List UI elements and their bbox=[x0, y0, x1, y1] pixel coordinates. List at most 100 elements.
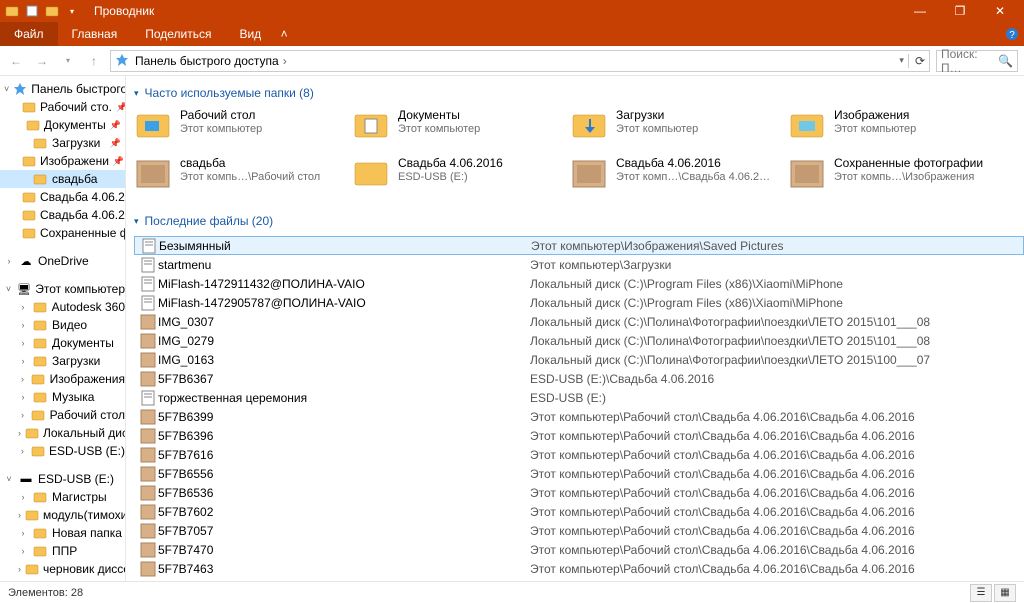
expand-icon[interactable]: › bbox=[18, 564, 21, 574]
recent-file-row[interactable]: БезымянныйЭтот компьютер\Изображения\Sav… bbox=[134, 236, 1024, 255]
folder-name: Свадьба 4.06.2016 bbox=[398, 156, 503, 170]
sidebar-item[interactable]: ›Видео bbox=[0, 316, 125, 334]
maximize-button[interactable]: ❐ bbox=[940, 0, 980, 22]
nav-up-button[interactable]: ↑ bbox=[84, 51, 104, 71]
recent-file-row[interactable]: IMG_0307Локальный диск (C:)\Полина\Фотог… bbox=[134, 312, 1024, 331]
file-name: IMG_0307 bbox=[158, 315, 530, 329]
sidebar-item[interactable]: ›Загрузки bbox=[0, 352, 125, 370]
sidebar-item[interactable]: ›Autodesk 360 bbox=[0, 298, 125, 316]
recent-file-row[interactable]: 5F7B7470Этот компьютер\Рабочий стол\Свад… bbox=[134, 540, 1024, 559]
recent-file-row[interactable]: IMG_0279Локальный диск (C:)\Полина\Фотог… bbox=[134, 331, 1024, 350]
expand-icon[interactable]: › bbox=[18, 492, 28, 502]
properties-icon[interactable] bbox=[24, 3, 40, 19]
sidebar-item[interactable]: ›Документы bbox=[0, 334, 125, 352]
sidebar-item[interactable]: ›Магистры bbox=[0, 488, 125, 506]
sidebar-item[interactable]: ›ППР bbox=[0, 542, 125, 560]
recent-file-row[interactable]: IMG_0163Локальный диск (C:)\Полина\Фотог… bbox=[134, 350, 1024, 369]
recent-file-row[interactable]: MiFlash-1472905787@ПОЛИНА-VAIOЛокальный … bbox=[134, 293, 1024, 312]
sidebar-item[interactable]: ›Новая папка bbox=[0, 524, 125, 542]
sidebar-item[interactable]: ›Локальный дис bbox=[0, 424, 125, 442]
expand-icon[interactable]: › bbox=[18, 428, 21, 438]
sidebar-item[interactable]: ›Рабочий стол bbox=[0, 406, 125, 424]
sidebar-item[interactable]: Свадьба 4.06.20 bbox=[0, 206, 125, 224]
expand-icon[interactable]: › bbox=[18, 446, 27, 456]
refresh-icon[interactable]: ⟳ bbox=[908, 54, 925, 68]
expand-icon[interactable]: ˅ bbox=[4, 284, 13, 294]
recent-file-row[interactable]: 5F7B6399Этот компьютер\Рабочий стол\Свад… bbox=[134, 407, 1024, 426]
sidebar-item[interactable]: ›Изображения bbox=[0, 370, 125, 388]
recent-file-row[interactable]: 5F7B6396Этот компьютер\Рабочий стол\Свад… bbox=[134, 426, 1024, 445]
recent-files-header[interactable]: ▾ Последние файлы (20) bbox=[134, 214, 1024, 228]
thispc-node[interactable]: ˅ 🖥 Этот компьютер bbox=[0, 280, 125, 298]
expand-icon[interactable]: ˅ bbox=[4, 84, 9, 94]
breadcrumb[interactable]: Панель быстрого доступа bbox=[135, 54, 279, 68]
details-view-button[interactable]: ☰ bbox=[970, 584, 992, 602]
new-folder-icon[interactable] bbox=[44, 3, 60, 19]
sidebar-item[interactable]: Сохраненные ф bbox=[0, 224, 125, 242]
recent-file-row[interactable]: 5F7B7602Этот компьютер\Рабочий стол\Свад… bbox=[134, 502, 1024, 521]
frequent-folders-header[interactable]: ▾ Часто используемые папки (8) bbox=[134, 86, 1024, 100]
expand-icon[interactable]: › bbox=[18, 356, 28, 366]
tab-view[interactable]: Вид bbox=[225, 22, 275, 46]
collapse-icon[interactable]: ▾ bbox=[134, 216, 139, 227]
recent-file-row[interactable]: 5F7B7057Этот компьютер\Рабочий стол\Свад… bbox=[134, 521, 1024, 540]
frequent-folder-item[interactable]: свадьбаЭтот компь…\Рабочий стол bbox=[134, 156, 344, 200]
collapse-icon[interactable]: ▾ bbox=[134, 88, 139, 99]
address-dropdown-icon[interactable]: ▾ bbox=[899, 55, 904, 66]
sidebar-item[interactable]: ›ESD-USB (E:) bbox=[0, 442, 125, 460]
search-input[interactable]: Поиск: П… 🔍 bbox=[936, 50, 1018, 72]
sidebar-item[interactable]: Рабочий сто.📌 bbox=[0, 98, 125, 116]
sidebar-item[interactable]: ›модуль(тимохи bbox=[0, 506, 125, 524]
expand-icon[interactable]: › bbox=[18, 374, 27, 384]
expand-icon[interactable]: › bbox=[18, 528, 28, 538]
sidebar-item[interactable]: Документы📌 bbox=[0, 116, 125, 134]
recent-file-row[interactable]: торжественная церемонияESD-USB (E:) bbox=[134, 388, 1024, 407]
thumbnails-view-button[interactable]: ▦ bbox=[994, 584, 1016, 602]
address-bar[interactable]: Панель быстрого доступа › ▾ ⟳ bbox=[110, 50, 930, 72]
quick-access-node[interactable]: ˅ Панель быстрого bbox=[0, 80, 125, 98]
frequent-folder-item[interactable]: Свадьба 4.06.2016ESD-USB (E:) bbox=[352, 156, 562, 200]
frequent-folder-item[interactable]: ИзображенияЭтот компьютер bbox=[788, 108, 998, 152]
recent-file-row[interactable]: 5F7B6367ESD-USB (E:)\Свадьба 4.06.2016 bbox=[134, 369, 1024, 388]
expand-icon[interactable]: › bbox=[4, 256, 14, 266]
frequent-folder-item[interactable]: Рабочий столЭтот компьютер bbox=[134, 108, 344, 152]
close-button[interactable]: ✕ bbox=[980, 0, 1020, 22]
nav-forward-button[interactable]: → bbox=[32, 51, 52, 71]
recent-file-row[interactable]: 5F7B7463Этот компьютер\Рабочий стол\Свад… bbox=[134, 559, 1024, 578]
sidebar-item[interactable]: ›Музыка bbox=[0, 388, 125, 406]
tab-home[interactable]: Главная bbox=[58, 22, 132, 46]
nav-recent-dropdown[interactable]: ▾ bbox=[58, 51, 78, 71]
expand-icon[interactable]: › bbox=[18, 302, 28, 312]
qat-dropdown-icon[interactable]: ▾ bbox=[64, 3, 80, 19]
expand-icon[interactable]: › bbox=[18, 392, 28, 402]
nav-back-button[interactable]: ← bbox=[6, 51, 26, 71]
expand-icon[interactable]: › bbox=[18, 320, 28, 330]
help-icon[interactable]: ? bbox=[1000, 22, 1024, 46]
sidebar-item[interactable]: ›черновик диссе bbox=[0, 560, 125, 578]
frequent-folder-item[interactable]: ЗагрузкиЭтот компьютер bbox=[570, 108, 780, 152]
frequent-folder-item[interactable]: Свадьба 4.06.2016Этот комп…\Свадьба 4.06… bbox=[570, 156, 780, 200]
frequent-folder-item[interactable]: Сохраненные фотографииЭтот компь…\Изобра… bbox=[788, 156, 998, 200]
recent-file-row[interactable]: 5F7B6556Этот компьютер\Рабочий стол\Свад… bbox=[134, 464, 1024, 483]
sidebar-item[interactable]: Изображени📌 bbox=[0, 152, 125, 170]
esd-node[interactable]: ˅ ▬ ESD-USB (E:) bbox=[0, 470, 125, 488]
ribbon-collapse-icon[interactable]: ˄ bbox=[275, 22, 293, 46]
sidebar-item[interactable]: свадьба bbox=[0, 170, 125, 188]
onedrive-node[interactable]: › ☁ OneDrive bbox=[0, 252, 125, 270]
expand-icon[interactable]: › bbox=[18, 546, 28, 556]
breadcrumb-sep-icon[interactable]: › bbox=[283, 54, 287, 68]
expand-icon[interactable]: › bbox=[18, 338, 28, 348]
minimize-button[interactable]: — bbox=[900, 0, 940, 22]
recent-file-row[interactable]: MiFlash-1472911432@ПОЛИНА-VAIOЛокальный … bbox=[134, 274, 1024, 293]
frequent-folder-item[interactable]: ДокументыЭтот компьютер bbox=[352, 108, 562, 152]
recent-file-row[interactable]: startmenuЭтот компьютер\Загрузки bbox=[134, 255, 1024, 274]
expand-icon[interactable]: › bbox=[18, 510, 21, 520]
recent-file-row[interactable]: 5F7B6536Этот компьютер\Рабочий стол\Свад… bbox=[134, 483, 1024, 502]
file-tab[interactable]: Файл bbox=[0, 22, 58, 46]
recent-file-row[interactable]: 5F7B7616Этот компьютер\Рабочий стол\Свад… bbox=[134, 445, 1024, 464]
sidebar-item[interactable]: Свадьба 4.06.20 bbox=[0, 188, 125, 206]
sidebar-item[interactable]: Загрузки📌 bbox=[0, 134, 125, 152]
expand-icon[interactable]: ˅ bbox=[4, 474, 14, 484]
tab-share[interactable]: Поделиться bbox=[131, 22, 225, 46]
expand-icon[interactable]: › bbox=[18, 410, 27, 420]
